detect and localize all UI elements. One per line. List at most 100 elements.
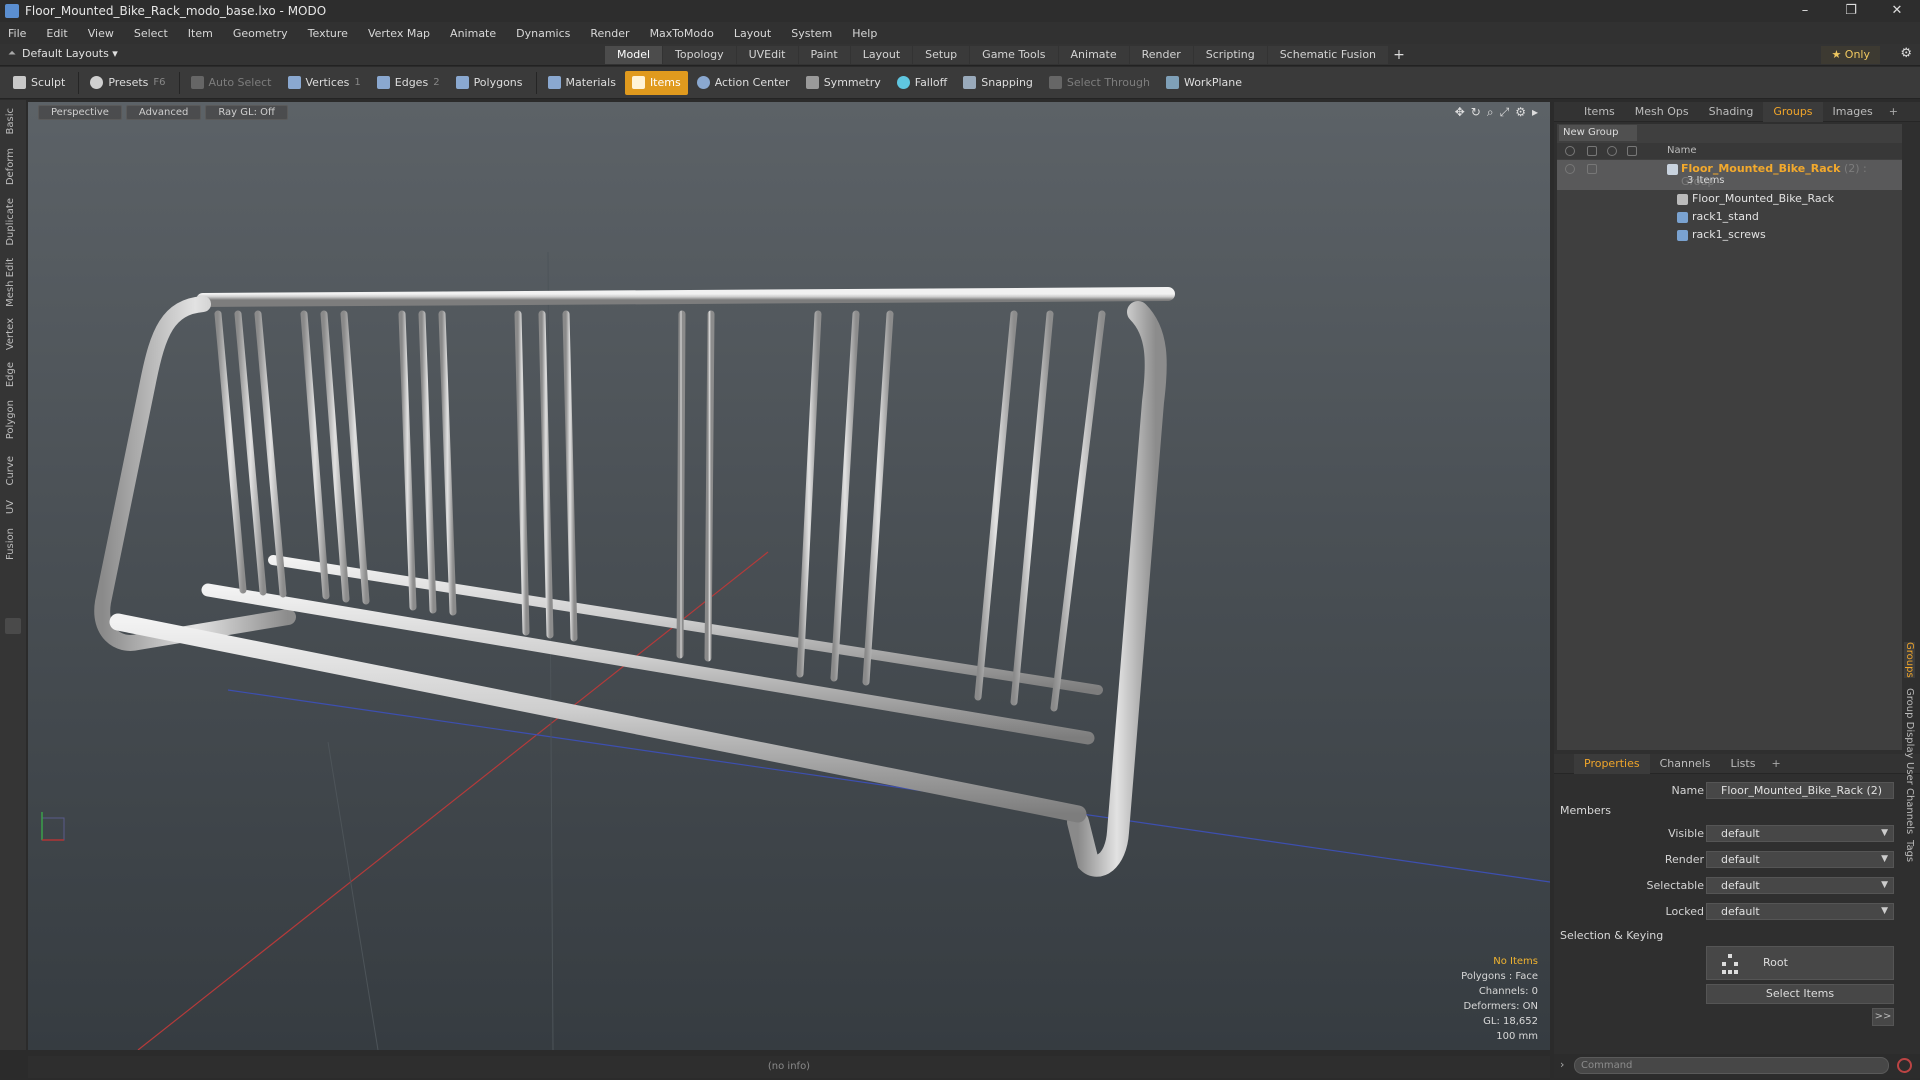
vtab-user-channels[interactable]: User Channels	[1904, 762, 1915, 834]
menu-view[interactable]: View	[88, 27, 114, 40]
rotate-view-icon[interactable]: ↻	[1471, 105, 1481, 120]
vertices-button[interactable]: Vertices 1	[281, 71, 368, 95]
symmetry-button[interactable]: Symmetry	[799, 71, 888, 95]
list-item[interactable]: rack1_stand	[1557, 208, 1902, 226]
fit-view-icon[interactable]: ⤢	[1500, 105, 1510, 120]
select-through-button[interactable]: Select Through	[1042, 71, 1157, 95]
falloff-button[interactable]: Falloff	[890, 71, 954, 95]
tab-scripting[interactable]: Scripting	[1193, 46, 1267, 64]
left-tab-vertex[interactable]: Vertex	[5, 318, 21, 350]
vtab-groups[interactable]: Groups	[1904, 642, 1915, 678]
edges-button[interactable]: Edges 2	[370, 71, 447, 95]
menu-select[interactable]: Select	[134, 27, 168, 40]
action-center-button[interactable]: Action Center	[690, 71, 797, 95]
root-button[interactable]: Root	[1706, 946, 1894, 980]
sculpt-button[interactable]: Sculpt	[6, 71, 72, 95]
members-section[interactable]: Members	[1560, 804, 1611, 817]
items-button[interactable]: Items	[624, 70, 688, 95]
3d-viewport[interactable]: Perspective Advanced Ray GL: Off ✥ ↻ ⌕ ⤢…	[28, 102, 1550, 1050]
left-tab-basic[interactable]: Basic	[5, 108, 21, 134]
visible-dropdown[interactable]: default ▼	[1706, 825, 1894, 842]
menu-animate[interactable]: Animate	[450, 27, 496, 40]
record-icon[interactable]	[1897, 1058, 1912, 1073]
tab-shading[interactable]: Shading	[1699, 102, 1764, 122]
auto-select-button[interactable]: Auto Select	[184, 71, 279, 95]
name-field[interactable]: Floor_Mounted_Bike_Rack (2)	[1706, 782, 1894, 799]
vtab-tags[interactable]: Tags	[1904, 840, 1915, 862]
close-button[interactable]: ✕	[1874, 0, 1920, 22]
symmetry-icon	[805, 76, 819, 89]
list-item[interactable]: Floor_Mounted_Bike_Rack	[1557, 190, 1902, 208]
group-visibility-toggle[interactable]	[1565, 164, 1575, 174]
tab-mesh-ops[interactable]: Mesh Ops	[1625, 102, 1699, 122]
tab-paint[interactable]: Paint	[798, 46, 850, 64]
minimize-button[interactable]: –	[1782, 0, 1828, 22]
menu-maxtomodo[interactable]: MaxToModo	[650, 27, 714, 40]
menu-system[interactable]: System	[791, 27, 832, 40]
tab-game-tools[interactable]: Game Tools	[970, 46, 1058, 64]
workplane-button[interactable]: WorkPlane	[1159, 71, 1249, 95]
left-tab-uv[interactable]: UV	[5, 500, 21, 514]
perspective-button[interactable]: Perspective	[38, 104, 122, 120]
tab-topology[interactable]: Topology	[663, 46, 736, 64]
left-tab-curve[interactable]: Curve	[5, 456, 21, 486]
menu-render[interactable]: Render	[590, 27, 629, 40]
left-toggle-button[interactable]	[5, 618, 21, 634]
materials-button[interactable]: Materials	[541, 71, 623, 95]
only-button[interactable]: ★ Only	[1821, 46, 1880, 64]
command-input[interactable]: Command	[1574, 1057, 1889, 1074]
menu-help[interactable]: Help	[852, 27, 877, 40]
group-row[interactable]: Floor_Mounted_Bike_Rack (2) : Group 3 It…	[1557, 160, 1902, 190]
left-tab-fusion[interactable]: Fusion	[5, 528, 21, 560]
tab-images[interactable]: Images	[1823, 102, 1883, 122]
new-group-button[interactable]: New Group	[1559, 125, 1637, 141]
groups-tree: Floor_Mounted_Bike_Rack (2) : Group 3 It…	[1557, 160, 1902, 244]
menu-dynamics[interactable]: Dynamics	[516, 27, 570, 40]
raygl-button[interactable]: Ray GL: Off	[205, 104, 288, 120]
tab-items[interactable]: Items	[1574, 102, 1625, 122]
add-panel-tab-button[interactable]: +	[1883, 105, 1904, 118]
layouts-dropdown[interactable]: ⏶ Default Layouts ▾	[8, 47, 118, 60]
left-tab-polygon[interactable]: Polygon	[5, 400, 21, 439]
left-tab-deform[interactable]: Deform	[5, 148, 21, 185]
tab-model[interactable]: Model	[605, 46, 663, 64]
selectable-dropdown[interactable]: default ▼	[1706, 877, 1894, 894]
move-view-icon[interactable]: ✥	[1455, 105, 1465, 120]
tab-setup[interactable]: Setup	[913, 46, 970, 64]
hierarchy-icon	[1722, 954, 1738, 974]
zoom-view-icon[interactable]: ⌕	[1487, 105, 1494, 120]
snapping-button[interactable]: Snapping	[956, 71, 1040, 95]
tab-schematic-fusion[interactable]: Schematic Fusion	[1267, 46, 1389, 64]
menu-edit[interactable]: Edit	[46, 27, 67, 40]
tab-render[interactable]: Render	[1129, 46, 1193, 64]
add-tab-button[interactable]: +	[1389, 46, 1409, 64]
tab-uvedit[interactable]: UVEdit	[736, 46, 798, 64]
viewport-expand-icon[interactable]: ▸	[1532, 105, 1538, 120]
advanced-button[interactable]: Advanced	[125, 104, 202, 120]
left-tab-edge[interactable]: Edge	[5, 362, 21, 387]
gear-icon[interactable]: ⚙	[1900, 46, 1912, 61]
polygons-button[interactable]: Polygons	[449, 71, 530, 95]
vtab-group-display[interactable]: Group Display	[1904, 688, 1915, 758]
viewport-settings-icon[interactable]: ⚙	[1515, 105, 1526, 120]
menu-layout[interactable]: Layout	[734, 27, 771, 40]
left-tab-mesh-edit[interactable]: Mesh Edit	[5, 258, 21, 307]
select-items-button[interactable]: Select Items	[1706, 984, 1894, 1004]
restore-button[interactable]: ❐	[1828, 0, 1874, 22]
tab-layout[interactable]: Layout	[850, 46, 913, 64]
expand-button[interactable]: >>	[1872, 1008, 1894, 1026]
menu-item[interactable]: Item	[188, 27, 213, 40]
render-dropdown[interactable]: default ▼	[1706, 851, 1894, 868]
left-tab-duplicate[interactable]: Duplicate	[5, 198, 21, 246]
group-render-toggle[interactable]	[1587, 164, 1597, 174]
list-item[interactable]: rack1_screws	[1557, 226, 1902, 244]
menu-file[interactable]: File	[8, 27, 26, 40]
presets-button[interactable]: Presets F6	[83, 71, 172, 95]
menu-geometry[interactable]: Geometry	[233, 27, 288, 40]
menu-vertex-map[interactable]: Vertex Map	[368, 27, 430, 40]
locked-dropdown[interactable]: default ▼	[1706, 903, 1894, 920]
menu-texture[interactable]: Texture	[308, 27, 348, 40]
tab-animate[interactable]: Animate	[1058, 46, 1129, 64]
selection-keying-section[interactable]: Selection & Keying	[1560, 929, 1663, 942]
tab-groups[interactable]: Groups	[1763, 101, 1823, 122]
